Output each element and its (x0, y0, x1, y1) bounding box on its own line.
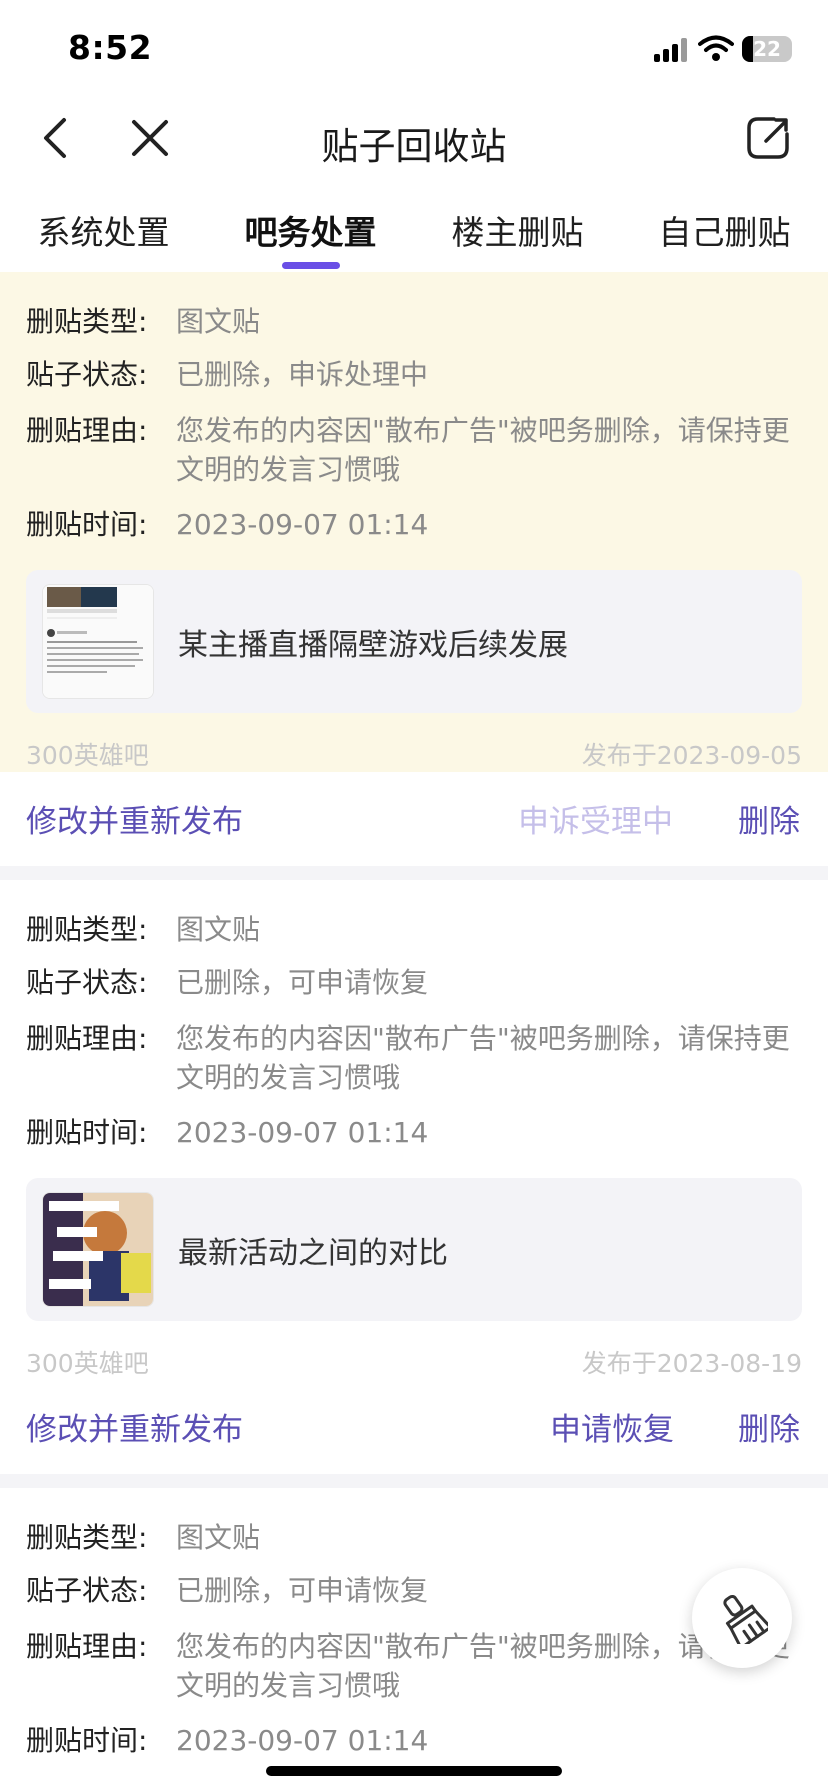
page-title: 贴子回收站 (321, 125, 507, 168)
post-title: 最新活动之间的对比 (178, 1236, 448, 1271)
home-indicator (266, 1766, 562, 1776)
label-status: 贴子状态: (26, 358, 148, 391)
label-reason: 删贴理由: (26, 1630, 148, 1663)
label-type: 删贴类型: (26, 1521, 148, 1554)
tab-moderator[interactable]: 吧务处置 (207, 206, 414, 254)
label-type: 删贴类型: (26, 305, 148, 338)
value-time: 2023-09-07 01:14 (176, 1116, 429, 1149)
publish-date: 发布于2023-09-05 (581, 741, 802, 770)
tab-indicator (282, 262, 340, 269)
signal-icon (654, 38, 688, 62)
card-actions: 修改并重新发布 申请恢复 删除 (0, 1380, 828, 1472)
value-type: 图文贴 (176, 1521, 261, 1554)
value-reason: 您发布的内容因"散布广告"被吧务删除，请保持更文明的发言习惯哦 (176, 1022, 790, 1094)
post-preview[interactable]: 某主播直播隔壁游戏后续发展 (26, 570, 802, 713)
value-reason: 您发布的内容因"散布广告"被吧务删除，请保持更文明的发言习惯哦 (176, 414, 790, 486)
label-type: 删贴类型: (26, 913, 148, 946)
forum-name: 300英雄吧 (26, 1349, 149, 1378)
value-status: 已删除，申诉处理中 (176, 358, 429, 391)
label-status: 贴子状态: (26, 966, 148, 999)
delete-button[interactable]: 删除 (738, 1404, 800, 1449)
card-actions: 修改并重新发布 申诉受理中 删除 (0, 772, 828, 864)
post-preview[interactable]: 最新活动之间的对比 (26, 1178, 802, 1321)
edit-republish-button[interactable]: 修改并重新发布 (26, 1404, 243, 1449)
status-bar: 8:52 22 (0, 0, 828, 96)
tab-self-deleted[interactable]: 自己删贴 (621, 206, 828, 254)
label-time: 删贴时间: (26, 508, 148, 541)
clean-fab-button[interactable] (692, 1568, 792, 1668)
label-time: 删贴时间: (26, 1116, 148, 1149)
label-status: 贴子状态: (26, 1574, 148, 1607)
tab-op-deleted[interactable]: 楼主删贴 (414, 206, 621, 254)
share-icon[interactable] (744, 114, 792, 162)
tab-bar: 系统处置 吧务处置 楼主删贴 自己删贴 (0, 196, 828, 272)
forum-name: 300英雄吧 (26, 741, 149, 770)
request-restore-button[interactable]: 申请恢复 (550, 1404, 674, 1449)
card-divider (0, 1474, 828, 1488)
nav-bar: 贴子回收站 (0, 96, 828, 186)
deleted-post-card: 删贴类型: 图文贴 贴子状态: 已删除，申诉处理中 删贴理由: 您发布的内容因"… (0, 272, 828, 772)
value-time: 2023-09-07 01:14 (176, 1724, 429, 1757)
tab-system[interactable]: 系统处置 (0, 206, 207, 254)
label-reason: 删贴理由: (26, 414, 148, 447)
battery-icon: 22 (742, 36, 792, 62)
post-title: 某主播直播隔壁游戏后续发展 (178, 628, 568, 663)
battery-level: 22 (753, 37, 781, 61)
post-thumbnail (42, 1192, 154, 1307)
label-reason: 删贴理由: (26, 1022, 148, 1055)
deleted-post-card: 删贴类型: 图文贴 贴子状态: 已删除，可申请恢复 删贴理由: 您发布的内容因"… (0, 880, 828, 1380)
value-status: 已删除，可申请恢复 (176, 966, 429, 999)
value-type: 图文贴 (176, 305, 261, 338)
value-time: 2023-09-07 01:14 (176, 508, 429, 541)
publish-date: 发布于2023-08-19 (581, 1349, 802, 1378)
appeal-pending-button: 申诉受理中 (518, 804, 673, 840)
card-divider (0, 866, 828, 880)
edit-republish-button[interactable]: 修改并重新发布 (26, 796, 243, 841)
broom-icon (723, 1594, 768, 1644)
status-time: 8:52 (68, 28, 153, 67)
value-type: 图文贴 (176, 913, 261, 946)
wifi-icon (698, 34, 734, 62)
delete-button[interactable]: 删除 (738, 796, 800, 841)
post-thumbnail (42, 584, 154, 699)
label-time: 删贴时间: (26, 1724, 148, 1757)
